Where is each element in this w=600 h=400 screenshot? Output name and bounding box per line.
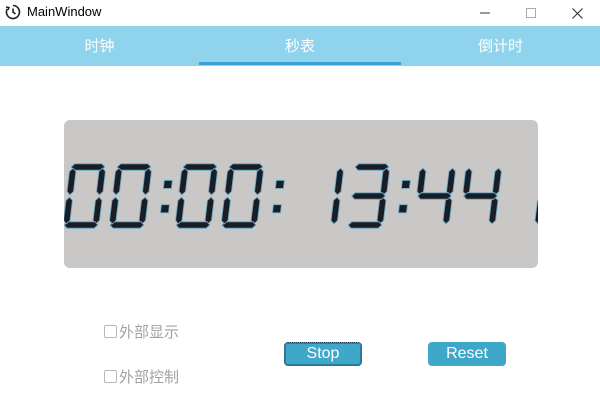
lcd-colon-0-dot-1 xyxy=(159,204,170,214)
lcd-digit-1-seg-a xyxy=(116,163,152,171)
lcd-digit-4-seg-b xyxy=(334,167,344,196)
lcd-digit-2-seg-e xyxy=(175,196,185,225)
lcd-digit-4-seg-c xyxy=(330,196,341,225)
lcd-digit-6-seg-b xyxy=(446,167,456,196)
tab-countdown[interactable]: 倒计时 xyxy=(401,26,600,66)
lcd-digit-3-seg-d xyxy=(221,221,257,229)
lcd-digit-1-seg-c xyxy=(138,196,149,225)
checkbox-box[interactable] xyxy=(104,369,117,383)
lcd-digit-2-seg-b xyxy=(208,167,218,196)
tab-clock[interactable]: 时钟 xyxy=(0,26,199,66)
active-tab-indicator xyxy=(199,62,401,65)
stop-button[interactable]: Stop xyxy=(284,342,362,366)
lcd-digit-5-seg-c xyxy=(376,196,387,225)
lcd-digit-0-seg-b xyxy=(96,167,106,196)
lcd-digit-8-seg-c xyxy=(534,199,538,225)
minimize-icon xyxy=(480,12,490,14)
lcd-digit-6-seg-f xyxy=(416,167,427,196)
tab-stopwatch[interactable]: 秒表 xyxy=(199,26,401,66)
lcd-digit-2-seg-d xyxy=(175,221,211,229)
lcd-digit-6-seg-c xyxy=(442,196,453,225)
lcd-digit-2-seg-a xyxy=(182,163,218,171)
lcd-colon-2-dot-0 xyxy=(400,179,411,189)
maximize-button[interactable] xyxy=(508,0,554,26)
lcd-digit-7-seg-g xyxy=(463,192,498,200)
lcd-digit-1-seg-d xyxy=(109,221,145,229)
external-display-label: 外部显示 xyxy=(119,322,180,341)
lcd-digit-1-seg-b xyxy=(142,167,152,196)
close-button[interactable] xyxy=(554,0,600,26)
lcd-digit-2-seg-f xyxy=(178,167,189,196)
lcd-digit-0-seg-c xyxy=(92,196,103,225)
lcd-digit-5-seg-a xyxy=(354,163,390,171)
close-icon xyxy=(571,7,583,19)
title-bar: MainWindow xyxy=(0,0,600,26)
minimize-button[interactable] xyxy=(462,0,508,26)
lcd-time-readout xyxy=(64,163,538,229)
time-display-panel xyxy=(64,120,538,268)
lcd-colon-1-dot-0 xyxy=(274,179,285,189)
lcd-digit-0-seg-a xyxy=(70,163,106,171)
lcd-digit-6-seg-g xyxy=(417,192,452,200)
lcd-digit-7-seg-f xyxy=(462,167,473,196)
lcd-digit-3-seg-f xyxy=(224,167,235,196)
lcd-colon-1-dot-1 xyxy=(271,204,282,214)
external-control-checkbox[interactable]: 外部控制 xyxy=(104,367,180,386)
lcd-digit-3-seg-a xyxy=(228,163,264,171)
checkbox-box[interactable] xyxy=(104,324,117,338)
lcd-digit-7-seg-b xyxy=(492,167,502,196)
lcd-digit-3-seg-c xyxy=(250,196,261,225)
reset-button[interactable]: Reset xyxy=(428,342,506,366)
maximize-icon xyxy=(526,8,536,18)
lcd-digit-5-seg-g xyxy=(351,192,386,200)
lcd-digit-0-seg-f xyxy=(66,167,77,196)
lcd-digit-5-seg-d xyxy=(347,221,383,229)
tab-bar: 时钟 秒表 倒计时 xyxy=(0,26,600,66)
window-title: MainWindow xyxy=(27,4,102,19)
lcd-digit-3-seg-e xyxy=(221,196,231,225)
lcd-digit-2-seg-c xyxy=(204,196,215,225)
lcd-digit-0-seg-e xyxy=(64,196,73,225)
lcd-digit-1-seg-f xyxy=(112,167,123,196)
lcd-digit-3-seg-b xyxy=(254,167,264,196)
lcd-digit-7-seg-c xyxy=(488,196,499,225)
clock-icon xyxy=(5,4,21,20)
lcd-digit-0-seg-d xyxy=(64,221,99,229)
external-display-checkbox[interactable]: 外部显示 xyxy=(104,322,180,341)
lcd-colon-0-dot-0 xyxy=(162,179,173,189)
external-control-label: 外部控制 xyxy=(119,367,180,386)
lcd-colon-2-dot-1 xyxy=(397,204,408,214)
lcd-digit-1-seg-e xyxy=(109,196,119,225)
lcd-digit-5-seg-b xyxy=(380,167,390,196)
